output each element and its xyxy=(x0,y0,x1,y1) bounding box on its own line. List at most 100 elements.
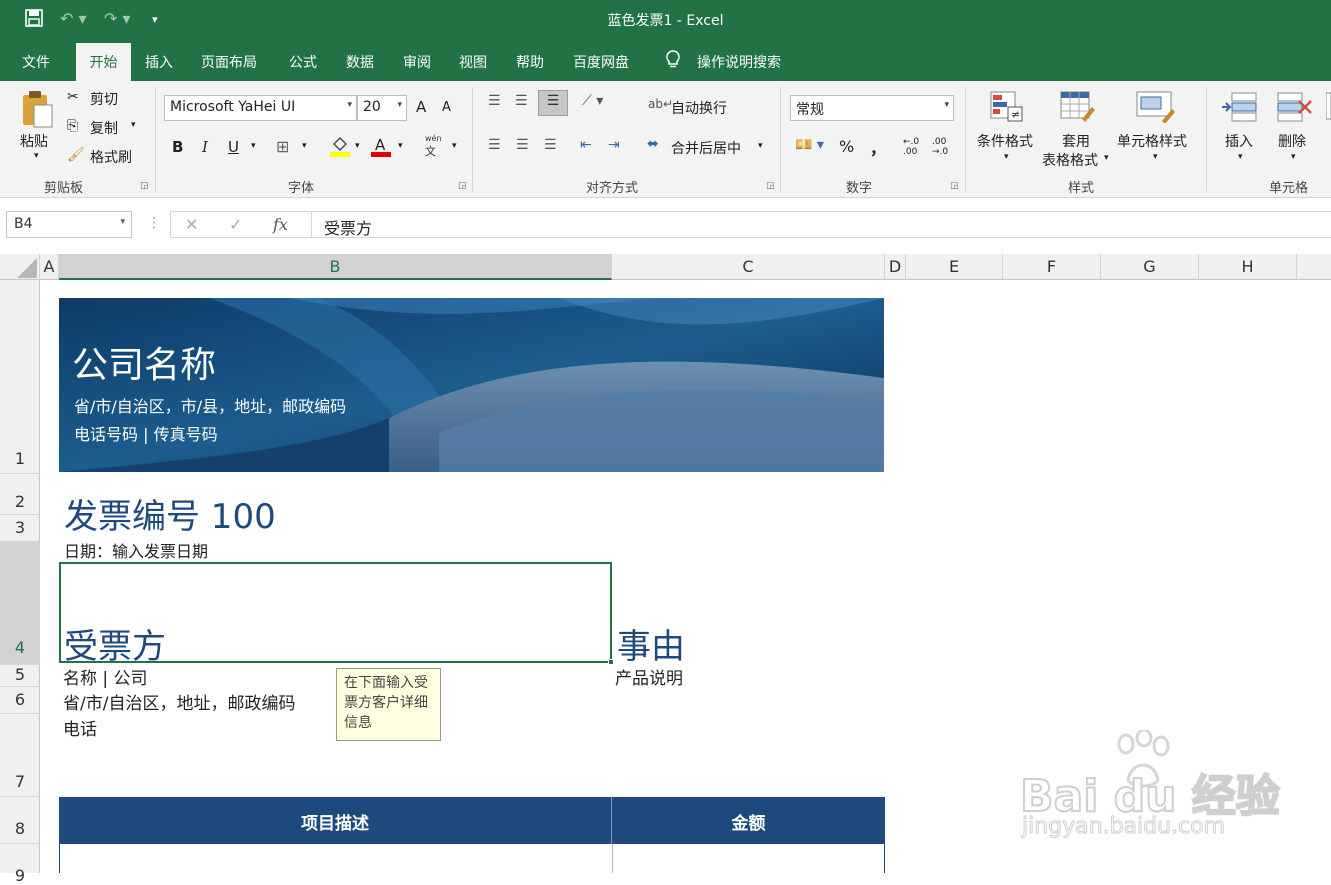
align-bottom-icon[interactable]: ☰ xyxy=(538,90,568,116)
increase-indent-icon[interactable]: ⇥ xyxy=(608,137,620,153)
format-as-table-button-2[interactable]: 表格格式 xyxy=(1042,150,1098,170)
align-top-icon[interactable]: ☰ xyxy=(488,93,501,109)
enter-icon[interactable]: ✓ xyxy=(229,215,242,234)
row-header-8[interactable]: 8 xyxy=(0,797,40,844)
for-heading[interactable]: 事由 xyxy=(617,619,685,668)
fill-color-dropdown-icon[interactable]: ▾ xyxy=(355,141,360,151)
row-header-3[interactable]: 3 xyxy=(0,515,40,542)
borders-dropdown-icon[interactable]: ▾ xyxy=(302,141,307,151)
fill-color-icon[interactable] xyxy=(330,135,350,161)
align-middle-icon[interactable]: ☰ xyxy=(515,93,528,109)
phonetic-guide-icon[interactable]: wén 文 xyxy=(425,135,442,159)
formula-input[interactable]: 受票方 xyxy=(311,211,1331,238)
cancel-icon[interactable]: ✕ xyxy=(185,215,198,234)
menu-file[interactable]: 文件 xyxy=(22,52,50,72)
insert-function-icon[interactable]: fx xyxy=(273,215,288,234)
invoice-date[interactable]: 日期：输入发票日期 xyxy=(64,538,208,562)
client-phone[interactable]: 电话 xyxy=(63,715,97,740)
column-header-d[interactable]: D xyxy=(885,254,906,280)
wrap-text-button[interactable]: 自动换行 xyxy=(671,98,727,118)
conditional-dropdown-icon[interactable]: ▾ xyxy=(1004,152,1009,162)
row-header-4[interactable]: 4 xyxy=(0,542,40,665)
format-as-table-button[interactable]: 套用 xyxy=(1062,131,1090,151)
insert-cells-button[interactable]: 插入 xyxy=(1225,131,1253,151)
conditional-formatting-button[interactable]: 条件格式 xyxy=(977,131,1033,151)
merge-center-button[interactable]: 合并后居中 xyxy=(671,138,741,158)
client-address[interactable]: 省/市/自治区，地址，邮政编码 xyxy=(63,689,295,714)
product-description[interactable]: 产品说明 xyxy=(615,664,683,689)
table-format-dropdown-icon[interactable]: ▾ xyxy=(1104,153,1109,163)
menu-view[interactable]: 视图 xyxy=(459,52,487,72)
grow-font-button[interactable]: A xyxy=(416,98,426,116)
menu-review[interactable]: 审阅 xyxy=(403,52,431,72)
borders-icon[interactable]: ⊞ xyxy=(276,137,289,156)
delete-dropdown-icon[interactable]: ▾ xyxy=(1291,152,1296,162)
number-launcher-icon[interactable]: ◲ xyxy=(950,181,959,191)
column-header-h[interactable]: H xyxy=(1199,254,1297,280)
column-header-e[interactable]: E xyxy=(906,254,1003,280)
increase-decimal-button[interactable]: ←.0.00 xyxy=(903,137,925,157)
menu-insert[interactable]: 插入 xyxy=(145,52,173,72)
menu-formulas[interactable]: 公式 xyxy=(289,52,317,72)
paste-icon[interactable] xyxy=(20,89,54,133)
row-header-9[interactable]: 9 xyxy=(0,844,40,885)
header-description[interactable]: 项目描述 xyxy=(59,797,612,844)
menu-data[interactable]: 数据 xyxy=(346,52,374,72)
invoice-number[interactable]: 发票编号 100 xyxy=(64,489,276,538)
font-size-select[interactable]: 20 ▾ xyxy=(357,95,407,121)
percent-button[interactable]: % xyxy=(839,137,854,156)
column-header-g[interactable]: G xyxy=(1101,254,1199,280)
tell-me-search[interactable]: 操作说明搜索 xyxy=(697,52,781,72)
column-header-c[interactable]: C xyxy=(612,254,885,280)
column-header-a[interactable]: A xyxy=(40,254,59,280)
client-name[interactable]: 名称 | 公司 xyxy=(63,664,148,689)
delete-cells-button[interactable]: 删除 xyxy=(1278,131,1306,151)
alignment-launcher-icon[interactable]: ◲ xyxy=(766,181,775,191)
bill-to-heading[interactable]: 受票方 xyxy=(64,619,166,668)
name-box[interactable]: B4 ▾ xyxy=(6,211,132,238)
row-header-6[interactable]: 6 xyxy=(0,687,40,714)
menu-home[interactable]: 开始 xyxy=(76,43,131,81)
underline-dropdown-icon[interactable]: ▾ xyxy=(251,141,256,151)
underline-button[interactable]: U xyxy=(228,138,239,156)
font-color-icon[interactable]: A xyxy=(371,135,391,161)
font-launcher-icon[interactable]: ◲ xyxy=(458,181,467,191)
copy-button[interactable]: 复制 xyxy=(90,118,118,138)
shrink-font-button[interactable]: A xyxy=(442,100,451,115)
menu-help[interactable]: 帮助 xyxy=(516,52,544,72)
merge-dropdown-icon[interactable]: ▾ xyxy=(758,141,763,151)
menu-baidu-netdisk[interactable]: 百度网盘 xyxy=(573,52,629,72)
bold-button[interactable]: B xyxy=(172,138,183,156)
paste-button[interactable]: 粘贴 xyxy=(20,131,48,151)
orientation-icon[interactable]: ⟋ ▾ xyxy=(582,93,603,109)
font-name-select[interactable]: Microsoft YaHei UI ▾ xyxy=(164,95,357,121)
decrease-indent-icon[interactable]: ⇤ xyxy=(580,137,592,153)
align-left-icon[interactable]: ☰ xyxy=(488,137,501,153)
format-cells-icon[interactable] xyxy=(1325,91,1331,127)
clipboard-launcher-icon[interactable]: ◲ xyxy=(140,181,149,191)
copy-dropdown-icon[interactable]: ▾ xyxy=(131,120,136,130)
cell-styles-dropdown-icon[interactable]: ▾ xyxy=(1153,152,1158,162)
cell-styles-button[interactable]: 单元格样式 xyxy=(1117,131,1187,151)
accounting-format-icon[interactable]: 💴 ▾ xyxy=(795,137,824,153)
phonetic-dropdown-icon[interactable]: ▾ xyxy=(452,141,457,151)
align-right-icon[interactable]: ☰ xyxy=(544,137,557,153)
menu-page-layout[interactable]: 页面布局 xyxy=(201,52,257,72)
format-painter-button[interactable]: 格式刷 xyxy=(90,147,132,167)
fill-handle[interactable] xyxy=(608,659,614,665)
decrease-decimal-button[interactable]: .00 →.0 xyxy=(932,137,954,157)
italic-button[interactable]: I xyxy=(202,138,208,156)
row-header-7[interactable]: 7 xyxy=(0,714,40,797)
select-all-button[interactable] xyxy=(0,254,40,280)
insert-dropdown-icon[interactable]: ▾ xyxy=(1238,152,1243,162)
column-header-b[interactable]: B xyxy=(59,254,612,280)
number-format-select[interactable]: 常规 ▾ xyxy=(790,95,954,121)
align-center-icon[interactable]: ☰ xyxy=(516,137,529,153)
row-header-1[interactable]: 1 xyxy=(0,280,40,474)
comma-style-button[interactable]: ， xyxy=(870,135,886,159)
cut-button[interactable]: 剪切 xyxy=(90,89,118,109)
column-header-f[interactable]: F xyxy=(1003,254,1101,280)
paste-dropdown-icon[interactable]: ▾ xyxy=(34,151,39,161)
header-amount[interactable]: 金额 xyxy=(612,797,885,844)
row-header-2[interactable]: 2 xyxy=(0,474,40,515)
